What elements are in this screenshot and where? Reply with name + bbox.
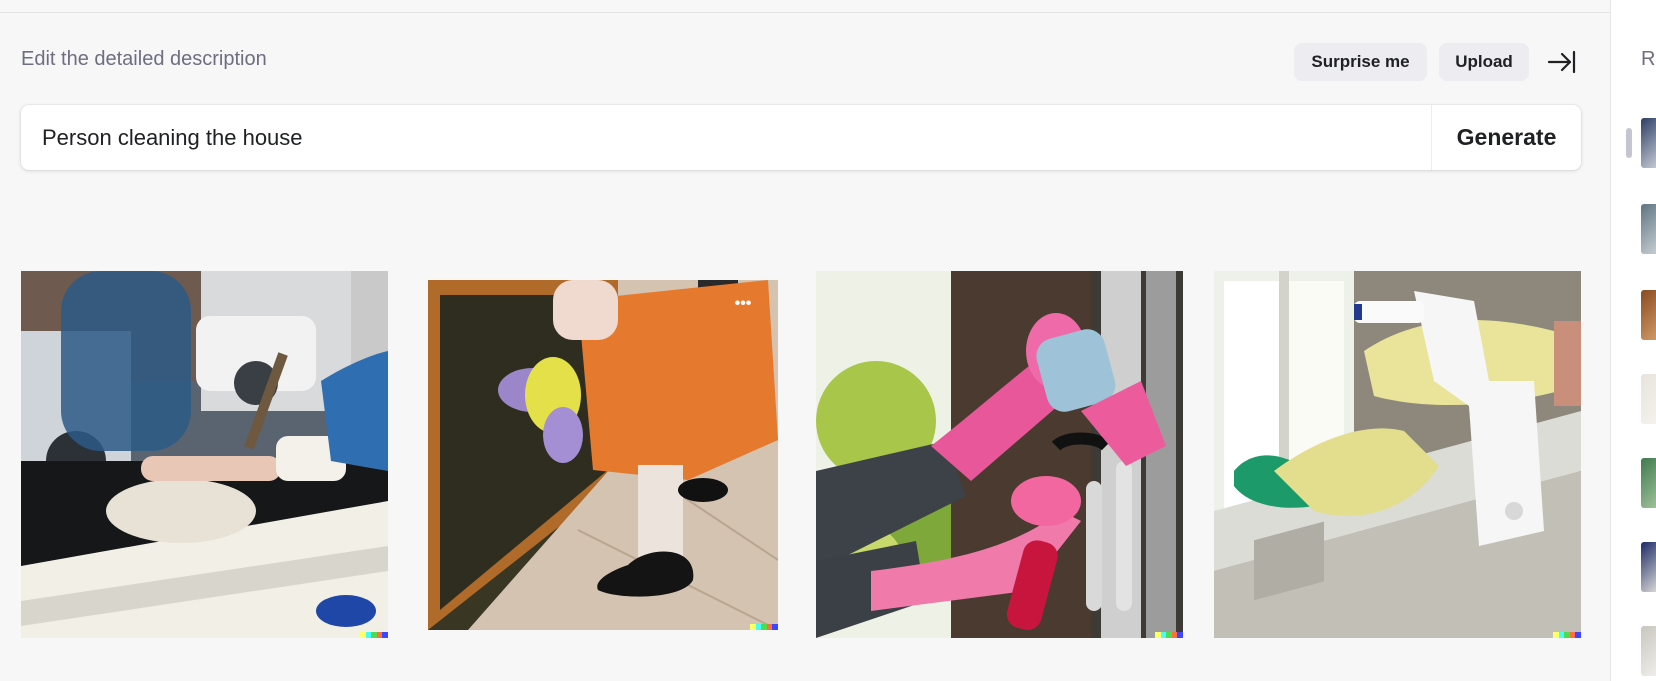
collapse-sidebar-button[interactable]: [1545, 48, 1577, 76]
history-thumbnail[interactable]: [1641, 290, 1656, 340]
main-panel: Edit the detailed description Surprise m…: [0, 0, 1610, 681]
image-signature: [360, 632, 388, 638]
result-image-2-illustration: •••: [428, 280, 778, 630]
history-sidebar: R: [1610, 0, 1656, 681]
image-signature: [1553, 632, 1581, 638]
history-thumbnail[interactable]: [1641, 542, 1656, 592]
image-signature: [1155, 632, 1183, 638]
sidebar-title: R: [1641, 48, 1656, 70]
arrow-right-to-bar-icon: [1547, 50, 1576, 74]
result-image-3-illustration: [816, 271, 1183, 638]
history-thumbnail[interactable]: [1641, 458, 1656, 508]
upload-button[interactable]: Upload: [1439, 43, 1529, 81]
result-image-4-illustration: [1214, 271, 1581, 638]
prompt-bar: Generate: [21, 105, 1581, 170]
image-signature: [750, 624, 778, 630]
description-label: Edit the detailed description: [21, 48, 267, 70]
result-image-1[interactable]: [21, 271, 388, 638]
result-image-2[interactable]: •••: [428, 280, 778, 630]
result-image-3[interactable]: [816, 271, 1183, 638]
prompt-input[interactable]: [21, 105, 1431, 170]
generate-button[interactable]: Generate: [1432, 105, 1581, 170]
sidebar-scrollbar[interactable]: [1626, 128, 1632, 158]
result-image-1-illustration: [21, 271, 388, 638]
more-options-icon: •••: [735, 295, 752, 312]
history-thumbnail[interactable]: [1641, 118, 1656, 168]
history-thumbnail[interactable]: [1641, 204, 1656, 254]
history-thumbnail[interactable]: [1641, 626, 1656, 676]
result-image-4[interactable]: [1214, 271, 1581, 638]
history-thumbnail[interactable]: [1641, 374, 1656, 424]
surprise-me-button[interactable]: Surprise me: [1294, 43, 1427, 81]
